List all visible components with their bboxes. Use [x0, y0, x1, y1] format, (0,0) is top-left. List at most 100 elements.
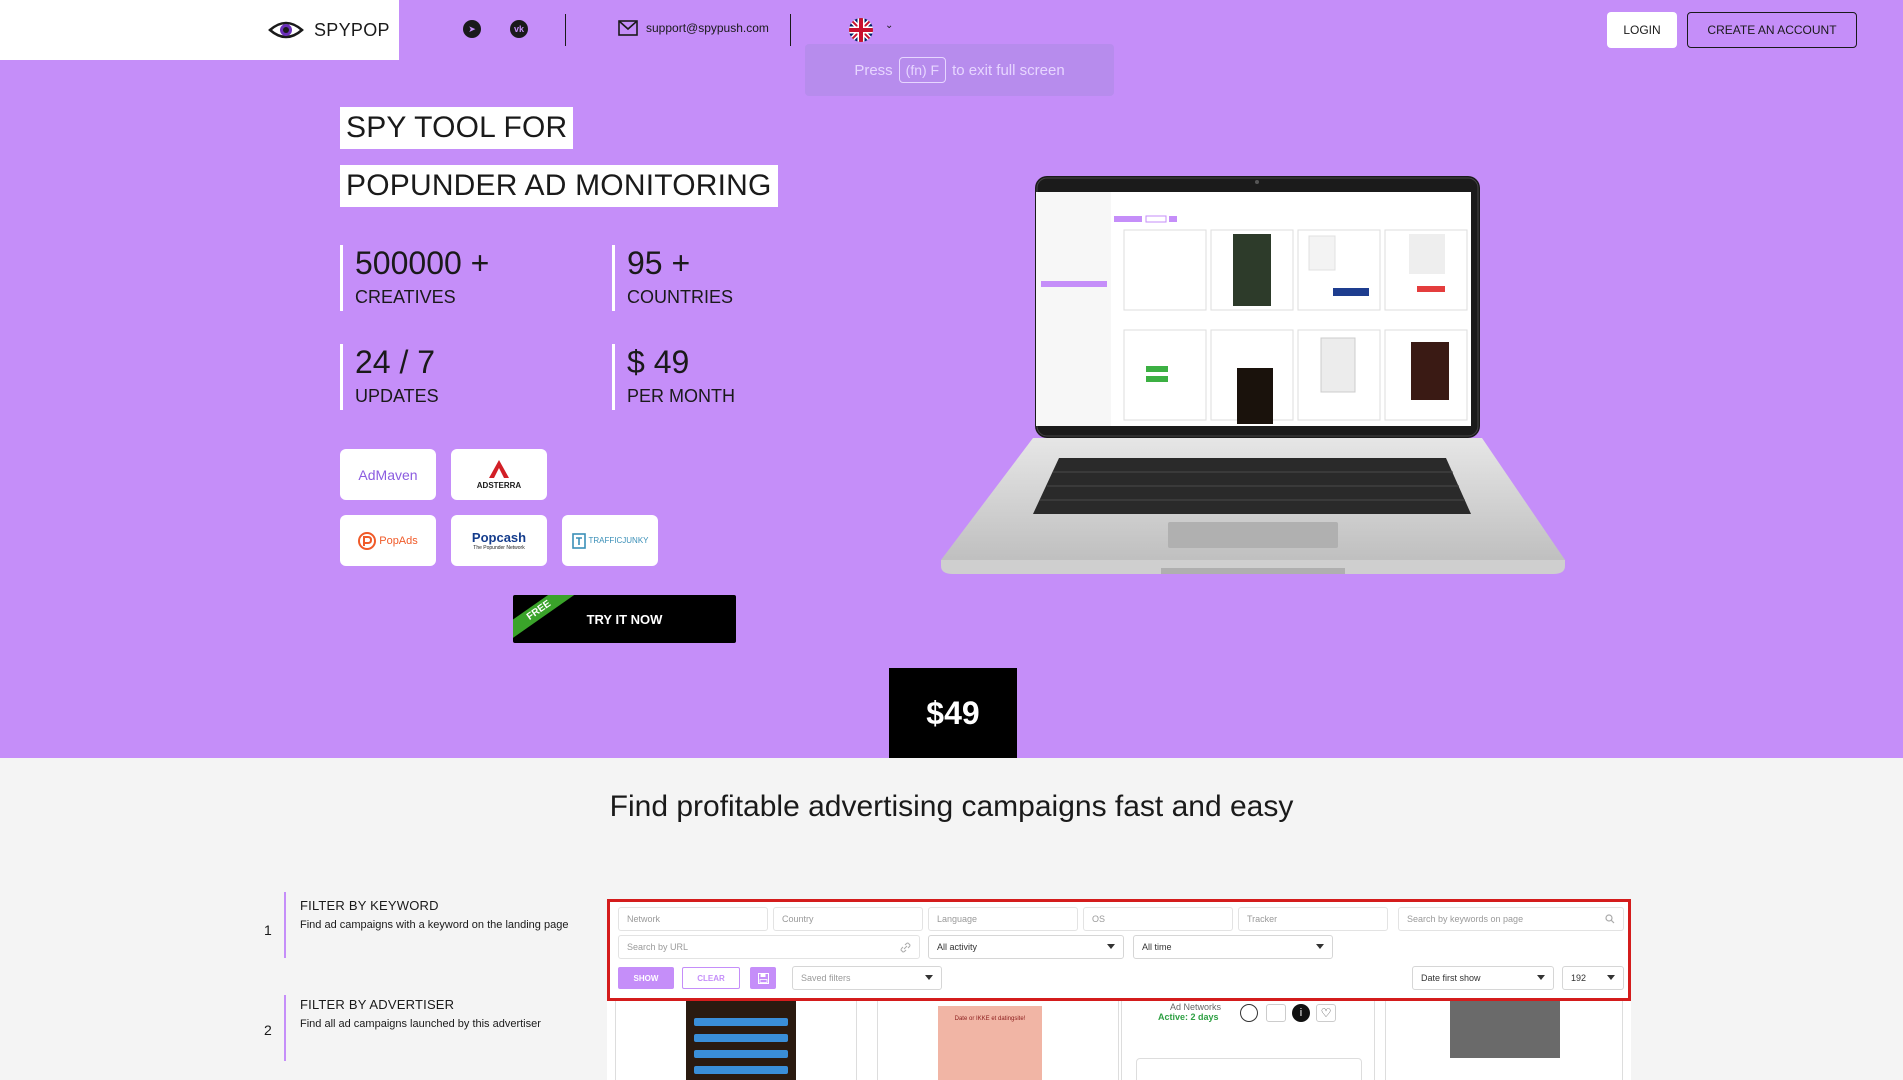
step-accent-bar [284, 995, 286, 1061]
header-divider [790, 14, 791, 46]
creative-thumbnail: Date or IKKE et datingsite! [938, 1006, 1042, 1080]
keyword-search-placeholder: Search by keywords on page [1407, 914, 1524, 924]
network-popcash: Popcash The Popunder Network [451, 515, 547, 566]
chevron-down-icon [1316, 944, 1324, 949]
trafficjunky-logo-text: TRAFFICJUNKY [588, 536, 649, 545]
result-card[interactable]: Date or IKKE et datingsite! [877, 1001, 1119, 1080]
stat-value: 500000 + [355, 245, 490, 281]
fullscreen-hint-prefix: Press [854, 61, 893, 79]
section-title: Find profitable advertising campaigns fa… [609, 790, 1294, 823]
support-email-link[interactable]: support@spypush.com [618, 20, 769, 36]
sort-select[interactable]: Date first show [1412, 966, 1554, 990]
network-adsterra: ADSTERRA [451, 449, 547, 500]
stat-price: $ 49 PER MONTH [612, 344, 735, 410]
fullscreen-hint-suffix: to exit full screen [952, 61, 1065, 79]
stat-label: PER MONTH [627, 386, 735, 406]
result-card[interactable] [1385, 1001, 1623, 1080]
stat-value: 95 + [627, 245, 691, 281]
chevron-down-icon[interactable]: ⌄ [885, 20, 893, 31]
chevron-down-icon [1107, 944, 1115, 949]
results-count-value: 192 [1571, 973, 1587, 983]
stat-value: 24 / 7 [355, 344, 436, 380]
save-filter-button[interactable] [750, 967, 776, 989]
results-grid: Date or IKKE et datingsite! Ad Networks … [607, 1001, 1631, 1080]
activity-select[interactable]: All activity [928, 935, 1124, 959]
stat-updates: 24 / 7 UPDATES [340, 344, 439, 410]
url-search-placeholder: Search by URL [627, 942, 689, 952]
uk-flag-icon[interactable] [849, 18, 873, 42]
results-count-select[interactable]: 192 [1562, 966, 1624, 990]
stat-creatives: 500000 + CREATIVES [340, 245, 489, 311]
header-divider [565, 14, 566, 46]
info-icon[interactable]: i [1292, 1004, 1310, 1022]
step-description: Find ad campaigns with a keyword on the … [300, 919, 569, 931]
save-icon [757, 972, 769, 984]
language-filter[interactable]: Language [928, 907, 1078, 931]
admaven-logo-text: AdMaven [358, 466, 418, 483]
trafficjunky-logo-icon [571, 532, 586, 549]
hero-section: SPYPOP ➤ vk support@spypush.com ⌄ LOGIN … [0, 0, 1903, 758]
logo[interactable]: SPYPOP [0, 0, 399, 60]
popcash-logo-subtitle: The Popunder Network [473, 545, 525, 551]
result-card[interactable]: Ad Networks Active: 2 days i ♡ [1121, 1001, 1375, 1080]
support-email-text: support@spypush.com [646, 21, 769, 35]
os-filter[interactable]: OS [1083, 907, 1233, 931]
chevron-down-icon [925, 975, 933, 980]
time-select-value: All time [1142, 942, 1172, 952]
heart-icon[interactable]: ♡ [1316, 1004, 1336, 1022]
active-status: Active: 2 days [1158, 1012, 1219, 1022]
telegram-icon[interactable]: ➤ [463, 20, 481, 38]
url-search-input[interactable]: Search by URL [618, 935, 920, 959]
popcash-logo-text: Popcash [471, 530, 527, 545]
create-account-button[interactable]: CREATE AN ACCOUNT [1687, 12, 1857, 48]
step-number: 1 [264, 922, 272, 938]
globe-icon[interactable] [1240, 1004, 1258, 1022]
popads-logo-icon [358, 531, 377, 550]
price-badge: $49 [889, 668, 1017, 758]
chevron-down-icon [1607, 975, 1615, 980]
stat-label: UPDATES [355, 386, 439, 406]
country-filter[interactable]: Country [773, 907, 923, 931]
fullscreen-hint: Press (fn) F to exit full screen [805, 44, 1114, 96]
time-select[interactable]: All time [1133, 935, 1333, 959]
laptop-illustration [941, 176, 1565, 574]
popads-logo-text: PopAds [379, 534, 418, 547]
step-description: Find all ad campaigns launched by this a… [300, 1018, 541, 1030]
result-card[interactable] [615, 1001, 857, 1080]
login-button[interactable]: LOGIN [1607, 12, 1677, 48]
stat-value: $ 49 [627, 344, 690, 380]
stat-label: CREATIVES [355, 287, 456, 307]
network-popads: PopAds [340, 515, 436, 566]
saved-filters-select[interactable]: Saved filters [792, 966, 942, 990]
step-heading: FILTER BY ADVERTISER [300, 997, 455, 1012]
sort-select-value: Date first show [1421, 973, 1481, 983]
network-trafficjunky: TRAFFICJUNKY [562, 515, 658, 566]
network-filter[interactable]: Network [618, 907, 768, 931]
creative-caption: Date or IKKE et datingsite! [954, 1016, 1026, 1022]
device-icon[interactable] [1266, 1004, 1286, 1022]
step-accent-bar [284, 892, 286, 958]
chevron-down-icon [1537, 975, 1545, 980]
hero-title-line-2: POPUNDER AD MONITORING [340, 165, 778, 207]
network-admaven: AdMaven [340, 449, 436, 500]
eye-logo-icon [268, 21, 304, 39]
creative-thumbnail [686, 1001, 796, 1080]
hero-title-line-1: SPY TOOL FOR [340, 107, 574, 149]
search-icon [1605, 914, 1615, 924]
show-button[interactable]: SHOW [618, 967, 674, 989]
try-it-now-button[interactable]: FREE TRY IT NOW [513, 595, 736, 643]
clear-button[interactable]: CLEAR [682, 967, 740, 989]
keyword-search-input[interactable]: Search by keywords on page [1398, 907, 1624, 931]
adsterra-logo-text: ADSTERRA [476, 481, 522, 490]
stat-countries: 95 + COUNTRIES [612, 245, 733, 311]
creative-thumbnail [1450, 1001, 1560, 1058]
envelope-icon [618, 20, 638, 36]
activity-select-value: All activity [937, 942, 978, 952]
step-number: 2 [264, 1022, 272, 1038]
vk-icon[interactable]: vk [510, 20, 528, 38]
creative-thumbnail [1136, 1058, 1362, 1080]
tracker-filter[interactable]: Tracker [1238, 907, 1388, 931]
logo-text: SPYPOP [314, 19, 390, 40]
stat-label: COUNTRIES [627, 287, 734, 307]
fullscreen-hint-key: (fn) F [898, 57, 947, 83]
